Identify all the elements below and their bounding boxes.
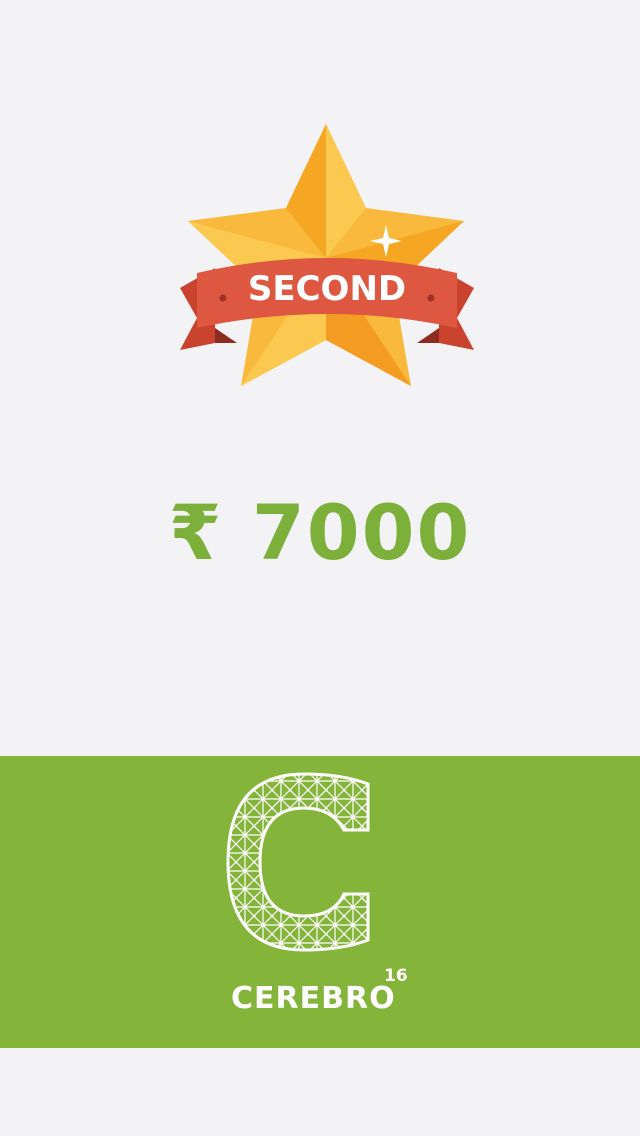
logo-wordmark: CEREBRO [231,981,396,1016]
cerebro-c-mesh-logo-icon [226,772,370,952]
star-ribbon-badge-icon: SECOND [180,124,474,386]
second-place-badge: SECOND [175,118,479,393]
cerebro-logo [218,772,378,952]
footer-banner: CEREBRO 16 [0,756,640,1048]
badge-label: SECOND [248,269,406,309]
logo-year-superscript: 16 [384,966,408,986]
prize-amount: ₹ 7000 [168,488,472,577]
